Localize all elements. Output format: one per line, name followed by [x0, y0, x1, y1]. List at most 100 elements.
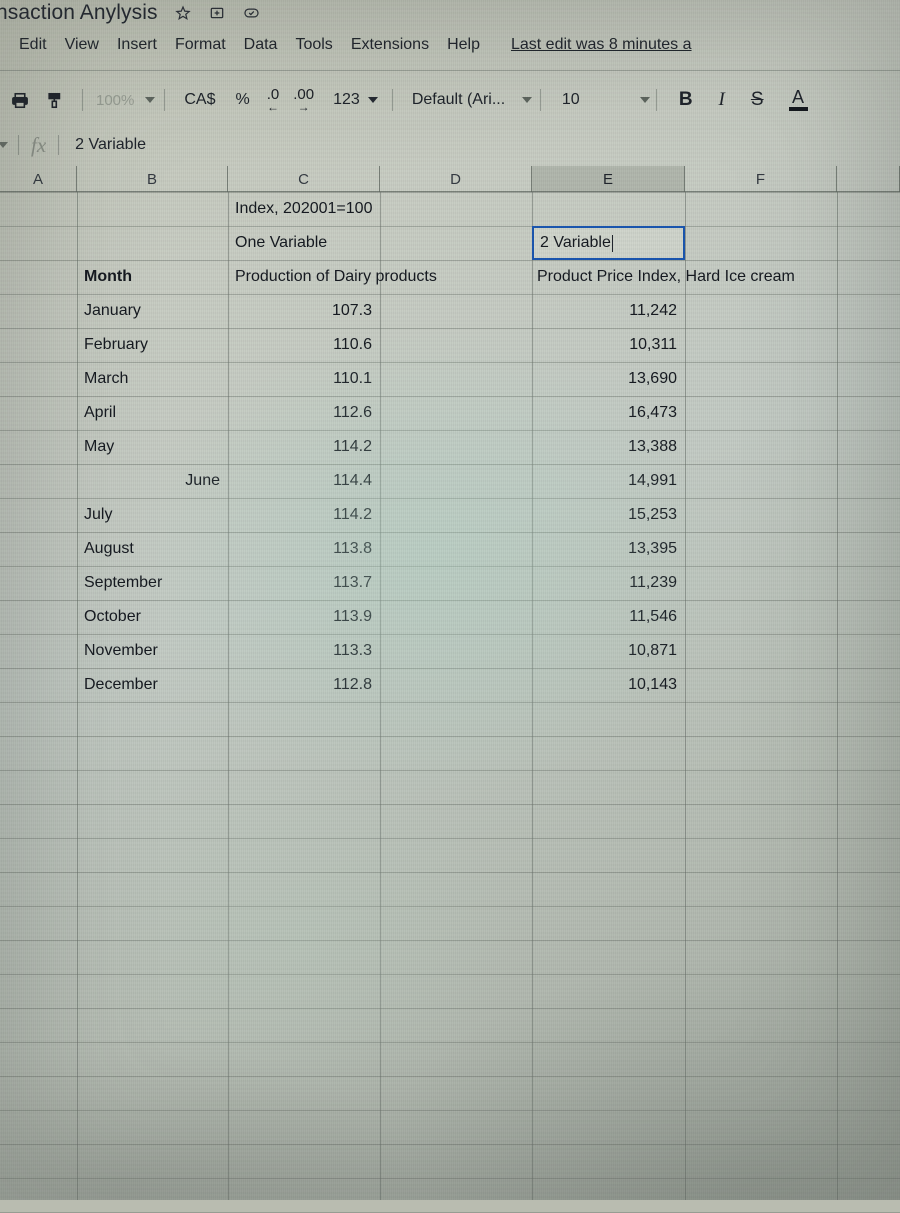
cell-production-january[interactable]: 107.3 — [228, 294, 380, 328]
cell-c1-index-note[interactable]: Index, 202001=100 — [228, 192, 528, 226]
decrease-decimal-arrow-icon: ← — [266, 100, 279, 114]
cell-text: 113.3 — [333, 642, 372, 659]
formula-input[interactable]: 2 Variable — [69, 136, 146, 154]
last-edit-status[interactable]: Last edit was 8 minutes a — [511, 36, 692, 54]
cell-production-september[interactable]: 113.7 — [228, 566, 380, 600]
cell-text: Product Price Index, Hard Ice cream — [537, 268, 795, 285]
cell-price-index-may[interactable]: 13,388 — [532, 430, 685, 464]
cell-price-index-october[interactable]: 11,546 — [532, 600, 685, 634]
cell-production-november[interactable]: 113.3 — [228, 634, 380, 668]
cell-month-december[interactable]: December — [77, 668, 228, 702]
cell-b3-month-header[interactable]: Month — [77, 260, 228, 294]
decrease-decimal-button[interactable]: .0 ← — [260, 87, 287, 114]
cell-production-april[interactable]: 112.6 — [228, 396, 380, 430]
menu-item-format[interactable]: Format — [166, 34, 235, 56]
name-box-chevron-icon[interactable] — [0, 142, 8, 148]
menu-item-tools[interactable]: Tools — [286, 34, 341, 56]
column-header-c[interactable]: C — [228, 166, 380, 192]
menu-item-help[interactable]: Help — [438, 34, 489, 56]
column-header-d[interactable]: D — [380, 166, 532, 192]
cell-price-index-november[interactable]: 10,871 — [532, 634, 685, 668]
cell-price-index-february[interactable]: 10,311 — [532, 328, 685, 362]
menu-item-edit[interactable]: Edit — [10, 34, 56, 56]
cell-month-july[interactable]: July — [77, 498, 228, 532]
cell-price-index-july[interactable]: 15,253 — [532, 498, 685, 532]
cell-production-august[interactable]: 113.8 — [228, 532, 380, 566]
cell-production-february[interactable]: 110.6 — [228, 328, 380, 362]
cell-month-january[interactable]: January — [77, 294, 228, 328]
cell-text: August — [84, 540, 134, 557]
cell-month-august[interactable]: August — [77, 532, 228, 566]
text-color-label: A — [792, 87, 805, 107]
menu-item-insert[interactable]: Insert — [108, 34, 166, 56]
cell-e3-price-index-header[interactable]: Product Price Index, Hard Ice cream — [532, 260, 892, 294]
cell-price-index-december[interactable]: 10,143 — [532, 668, 685, 702]
column-header-f[interactable]: F — [685, 166, 837, 192]
function-icon[interactable]: fx — [29, 133, 48, 158]
text-color-button[interactable]: A — [777, 85, 820, 115]
menu-divider — [0, 70, 900, 71]
increase-decimal-button[interactable]: .00 → — [286, 87, 321, 113]
cell-price-index-september[interactable]: 11,239 — [532, 566, 685, 600]
cell-c2-one-variable[interactable]: One Variable — [228, 226, 380, 260]
cell-text: Production of Dairy products — [235, 268, 437, 285]
column-header-a[interactable]: A — [0, 166, 77, 192]
move-to-folder-icon[interactable] — [209, 5, 226, 22]
cell-month-march[interactable]: March — [77, 362, 228, 396]
cell-price-index-june[interactable]: 14,991 — [532, 464, 685, 498]
cell-text: 10,143 — [628, 676, 677, 693]
cell-month-june[interactable]: June — [77, 464, 228, 498]
cell-price-index-august[interactable]: 13,395 — [532, 532, 685, 566]
paint-format-icon[interactable] — [38, 85, 73, 115]
cell-production-october[interactable]: 113.9 — [228, 600, 380, 634]
cell-c3-production-header[interactable]: Production of Dairy products — [228, 260, 538, 294]
italic-button[interactable]: I — [706, 85, 738, 115]
document-title[interactable]: nsaction Anylysis — [0, 1, 158, 25]
cell-month-february[interactable]: February — [77, 328, 228, 362]
number-format-dropdown[interactable]: 123 — [321, 85, 378, 115]
cell-production-june[interactable]: 114.4 — [228, 464, 380, 498]
cell-text: 114.2 — [333, 506, 372, 523]
font-size-value: 10 — [561, 91, 580, 108]
cell-production-july[interactable]: 114.2 — [228, 498, 380, 532]
zoom-control[interactable]: 100% — [92, 85, 156, 115]
font-size-dropdown[interactable]: 10 — [550, 85, 650, 115]
column-header-row: A B C D E F — [0, 166, 900, 192]
column-header-g[interactable] — [837, 166, 900, 192]
cell-text: January — [84, 302, 141, 319]
cell-month-november[interactable]: November — [77, 634, 228, 668]
currency-format-button[interactable]: CA$ — [174, 85, 225, 115]
cell-month-october[interactable]: October — [77, 600, 228, 634]
cell-price-index-march[interactable]: 13,690 — [532, 362, 685, 396]
cell-production-december[interactable]: 112.8 — [228, 668, 380, 702]
active-cell-e2[interactable]: 2 Variable — [532, 226, 685, 260]
column-header-label: B — [146, 170, 157, 188]
star-icon[interactable] — [175, 5, 192, 22]
font-family-dropdown[interactable]: Default (Ari... — [402, 85, 532, 115]
menu-item-data[interactable]: Data — [235, 34, 287, 56]
cell-month-september[interactable]: September — [77, 566, 228, 600]
print-icon[interactable] — [2, 85, 38, 115]
cell-text: 112.8 — [333, 676, 372, 693]
cell-text: 114.2 — [333, 438, 372, 455]
cell-text: 113.8 — [333, 540, 372, 557]
cell-text: Index, 202001=100 — [235, 200, 373, 217]
menu-item-view[interactable]: View — [56, 34, 108, 56]
toolbar-divider — [539, 89, 541, 111]
column-header-e[interactable]: E — [532, 166, 685, 192]
percent-format-button[interactable]: % — [226, 85, 260, 115]
cell-price-index-april[interactable]: 16,473 — [532, 396, 685, 430]
cell-price-index-january[interactable]: 11,242 — [532, 294, 685, 328]
cell-production-march[interactable]: 110.1 — [228, 362, 380, 396]
title-bar: nsaction Anylysis — [0, 0, 900, 26]
column-header-b[interactable]: B — [77, 166, 228, 192]
bold-button[interactable]: B — [666, 85, 706, 115]
cell-month-may[interactable]: May — [77, 430, 228, 464]
cell-production-may[interactable]: 114.2 — [228, 430, 380, 464]
strikethrough-button[interactable]: S — [738, 85, 777, 115]
saved-to-drive-icon[interactable] — [243, 5, 260, 22]
cell-month-april[interactable]: April — [77, 396, 228, 430]
cell-text: October — [84, 608, 141, 625]
cell-text: 11,546 — [629, 608, 677, 625]
menu-item-extensions[interactable]: Extensions — [342, 34, 438, 56]
